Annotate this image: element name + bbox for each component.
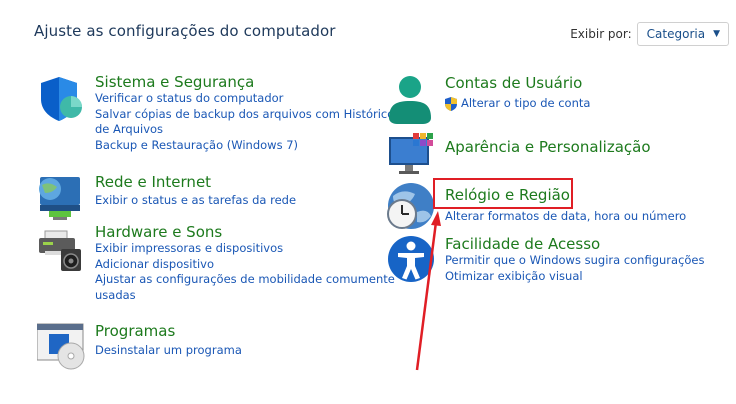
- category-title-hardware[interactable]: Hardware e Sons: [95, 223, 395, 241]
- link-optimize-display[interactable]: Otimizar exibição visual: [445, 269, 736, 285]
- link-date-formats[interactable]: Alterar formatos de data, hora ou número: [445, 209, 736, 225]
- link-network-status[interactable]: Exibir o status e as tarefas da rede: [95, 193, 395, 209]
- view-by-dropdown[interactable]: Categoria ▼: [636, 22, 729, 46]
- printer-speaker-icon[interactable]: [37, 223, 89, 275]
- view-by-value: Categoria: [646, 27, 706, 41]
- user-icon[interactable]: [387, 74, 439, 126]
- shield-icon[interactable]: [37, 73, 89, 125]
- globe-clock-icon[interactable]: [387, 182, 439, 234]
- globe-network-icon[interactable]: [37, 173, 89, 225]
- link-file-history-cont[interactable]: de Arquivos: [95, 122, 395, 138]
- accessibility-icon[interactable]: [387, 235, 439, 287]
- link-file-history[interactable]: Salvar cópias de backup dos arquivos com…: [95, 107, 395, 123]
- link-change-account-type[interactable]: Alterar o tipo de conta: [445, 96, 736, 112]
- chevron-down-icon: ▼: [713, 29, 720, 39]
- link-mobility[interactable]: Ajustar as configurações de mobilidade c…: [95, 272, 395, 288]
- link-backup-restore[interactable]: Backup e Restauração (Windows 7): [95, 138, 395, 154]
- link-change-account-type-label: Alterar o tipo de conta: [461, 96, 591, 110]
- link-suggest-settings[interactable]: Permitir que o Windows sugira configuraç…: [445, 253, 736, 269]
- programs-disc-icon[interactable]: [36, 322, 89, 374]
- view-by: Exibir por: Categoria ▼: [570, 22, 729, 46]
- link-add-device[interactable]: Adicionar dispositivo: [95, 257, 395, 273]
- category-title-user-accounts[interactable]: Contas de Usuário: [445, 74, 736, 92]
- link-check-status[interactable]: Verificar o status do computador: [95, 91, 395, 107]
- category-title-system-security[interactable]: Sistema e Segurança: [95, 73, 395, 91]
- view-by-label: Exibir por:: [570, 27, 632, 41]
- monitor-palette-icon[interactable]: [387, 133, 439, 185]
- link-printers[interactable]: Exibir impressoras e dispositivos: [95, 241, 395, 257]
- category-title-network[interactable]: Rede e Internet: [95, 173, 395, 191]
- link-mobility-cont[interactable]: usadas: [95, 288, 395, 304]
- link-uninstall[interactable]: Desinstalar um programa: [95, 343, 395, 359]
- page-title: Ajuste as configurações do computador: [34, 22, 336, 40]
- category-title-programs[interactable]: Programas: [95, 322, 395, 340]
- category-title-appearance[interactable]: Aparência e Personalização: [445, 138, 736, 156]
- category-title-ease-access[interactable]: Facilidade de Acesso: [445, 235, 736, 253]
- annotation-highlight-box: [433, 178, 573, 209]
- uac-shield-icon: [445, 96, 457, 111]
